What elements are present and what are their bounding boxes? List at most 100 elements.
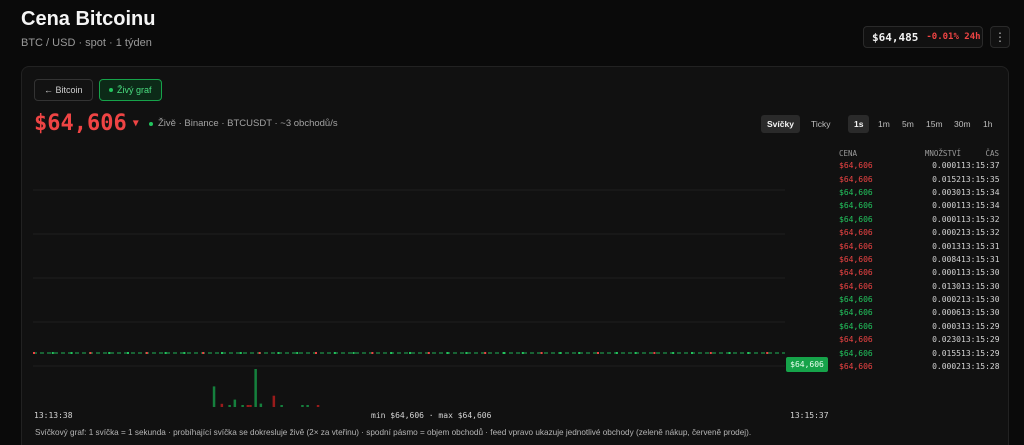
trade-price: $64,606 bbox=[839, 201, 873, 211]
interval-1m-button[interactable]: 1m bbox=[872, 115, 896, 133]
trades-feed: CENA MNOŽSTVÍ ČAS $64,606 0.0001 13:15:37 $… bbox=[839, 147, 1000, 373]
feed-row: $64,606 0.0001 13:15:30 bbox=[839, 266, 1000, 279]
trade-time: 13:15:34 bbox=[961, 201, 1000, 211]
trade-qty: 0.0002 bbox=[932, 295, 961, 305]
interval-label: 1s bbox=[854, 119, 864, 129]
trade-time: 13:15:29 bbox=[961, 348, 1000, 358]
live-price: $64,606 ▼ bbox=[34, 111, 139, 136]
trade-qty: 0.0155 bbox=[932, 348, 961, 358]
chart-footnote: Svíčkový graf: 1 svíčka = 1 sekunda · pr… bbox=[35, 428, 752, 437]
volume-bar bbox=[254, 369, 257, 407]
candle bbox=[296, 352, 299, 354]
trade-time: 13:15:31 bbox=[961, 254, 1000, 264]
mode-label: Ticky bbox=[811, 119, 831, 129]
trade-time: 13:15:32 bbox=[961, 228, 1000, 238]
feed-rows: $64,606 0.0001 13:15:37 $64,606 0.0152 13:15:… bbox=[839, 159, 1000, 373]
trade-time: 13:15:29 bbox=[961, 335, 1000, 345]
live-status-text: Živě · Binance · BTCUSDT · ~3 obchodů/s bbox=[158, 118, 338, 129]
feed-row: $64,606 0.0155 13:15:29 bbox=[839, 346, 1000, 359]
range-label: min $64,606 · max $64,606 bbox=[371, 411, 492, 420]
trade-qty: 0.0006 bbox=[932, 308, 961, 318]
trade-price: $64,606 bbox=[839, 321, 873, 331]
trade-price: $64,606 bbox=[839, 241, 873, 251]
candle bbox=[239, 352, 242, 354]
pill-price: $64,485 bbox=[872, 30, 919, 44]
candle bbox=[691, 352, 693, 354]
feed-row: $64,606 0.0001 13:15:32 bbox=[839, 213, 1000, 226]
chart-canvas bbox=[33, 189, 785, 407]
feed-header-price: CENA bbox=[839, 148, 858, 158]
trade-price: $64,606 bbox=[839, 335, 873, 345]
interval-30m-button[interactable]: 30m bbox=[948, 115, 977, 133]
live-status: Živě · Binance · BTCUSDT · ~3 obchodů/s bbox=[149, 118, 338, 129]
trade-qty: 0.0001 bbox=[932, 201, 961, 211]
interval-1h-button[interactable]: 1h bbox=[977, 115, 998, 133]
more-menu-button[interactable]: ⋮ bbox=[990, 26, 1010, 48]
x-axis-start-label: 13:13:38 bbox=[34, 411, 73, 420]
candle bbox=[409, 352, 411, 354]
candle bbox=[503, 352, 505, 354]
interval-15m-button[interactable]: 15m bbox=[920, 115, 949, 133]
candle bbox=[634, 352, 637, 354]
volume-bar bbox=[301, 405, 304, 407]
interval-5m-button[interactable]: 5m bbox=[896, 115, 920, 133]
candle bbox=[221, 352, 223, 354]
candle bbox=[728, 352, 731, 354]
trade-price: $64,606 bbox=[839, 187, 873, 197]
trade-qty: 0.0001 bbox=[932, 268, 961, 278]
trade-price: $64,606 bbox=[839, 308, 873, 318]
volume-bar bbox=[220, 403, 224, 407]
candle bbox=[390, 352, 393, 354]
candle bbox=[672, 352, 675, 354]
interval-label: 5m bbox=[902, 119, 914, 129]
interval-label: 1m bbox=[878, 119, 890, 129]
feed-row: $64,606 0.0130 13:15:30 bbox=[839, 280, 1000, 293]
trade-price: $64,606 bbox=[839, 295, 873, 305]
candle bbox=[333, 352, 336, 354]
feed-row: $64,606 0.0230 13:15:29 bbox=[839, 333, 1000, 346]
feed-header: CENA MNOŽSTVÍ ČAS bbox=[839, 147, 999, 159]
volume-bar bbox=[233, 399, 237, 407]
trade-time: 13:15:30 bbox=[961, 295, 1000, 305]
trade-time: 13:15:31 bbox=[961, 241, 1000, 251]
trade-qty: 0.0230 bbox=[932, 335, 961, 345]
candle bbox=[33, 352, 35, 354]
live-chart-button[interactable]: Živý graf bbox=[99, 79, 162, 101]
trade-time: 13:15:34 bbox=[961, 187, 1000, 197]
interval-1s-button[interactable]: 1s bbox=[848, 115, 870, 133]
back-to-bitcoin-button[interactable]: ← Bitcoin bbox=[34, 79, 93, 101]
trade-time: 13:15:30 bbox=[961, 281, 1000, 291]
back-button-label: ← Bitcoin bbox=[44, 85, 83, 95]
trade-price: $64,606 bbox=[839, 348, 873, 358]
feed-row: $64,606 0.0002 13:15:30 bbox=[839, 293, 1000, 306]
mode-label: Svíčky bbox=[767, 119, 794, 129]
mode-candles-button[interactable]: Svíčky bbox=[761, 115, 800, 133]
more-vertical-icon: ⋮ bbox=[994, 30, 1006, 44]
feed-row: $64,606 0.0006 13:15:30 bbox=[839, 306, 1000, 319]
mode-ticks-button[interactable]: Ticky bbox=[805, 115, 837, 133]
interval-label: 15m bbox=[926, 119, 943, 129]
trade-qty: 0.0030 bbox=[932, 187, 961, 197]
trade-qty: 0.0013 bbox=[932, 241, 961, 251]
feed-row: $64,606 0.0013 13:15:31 bbox=[839, 239, 1000, 252]
feed-row: $64,606 0.0030 13:15:34 bbox=[839, 186, 1000, 199]
trade-price: $64,606 bbox=[839, 268, 873, 278]
feed-header-time: ČAS bbox=[985, 148, 999, 158]
interval-label: 1h bbox=[983, 119, 993, 129]
trade-qty: 0.0001 bbox=[932, 214, 961, 224]
candle bbox=[559, 352, 562, 354]
candlestick-chart[interactable]: $64,606 bbox=[33, 145, 829, 445]
trade-price: $64,606 bbox=[839, 174, 873, 184]
price-down-arrow-icon: ▼ bbox=[132, 118, 139, 129]
candle bbox=[653, 352, 656, 354]
volume-bar bbox=[316, 405, 320, 407]
trade-time: 13:15:37 bbox=[961, 161, 1000, 171]
candle bbox=[747, 352, 750, 354]
trade-price: $64,606 bbox=[839, 254, 873, 264]
page-title: Cena Bitcoinu bbox=[21, 8, 156, 30]
feed-row: $64,606 0.0001 13:15:37 bbox=[839, 159, 1000, 172]
volume-bar bbox=[246, 405, 250, 407]
trade-price: $64,606 bbox=[839, 228, 873, 238]
live-chart-card: ← Bitcoin Živý graf $64,606 ▼ Živě · Bin… bbox=[21, 66, 1009, 445]
trade-qty: 0.0002 bbox=[932, 362, 961, 372]
